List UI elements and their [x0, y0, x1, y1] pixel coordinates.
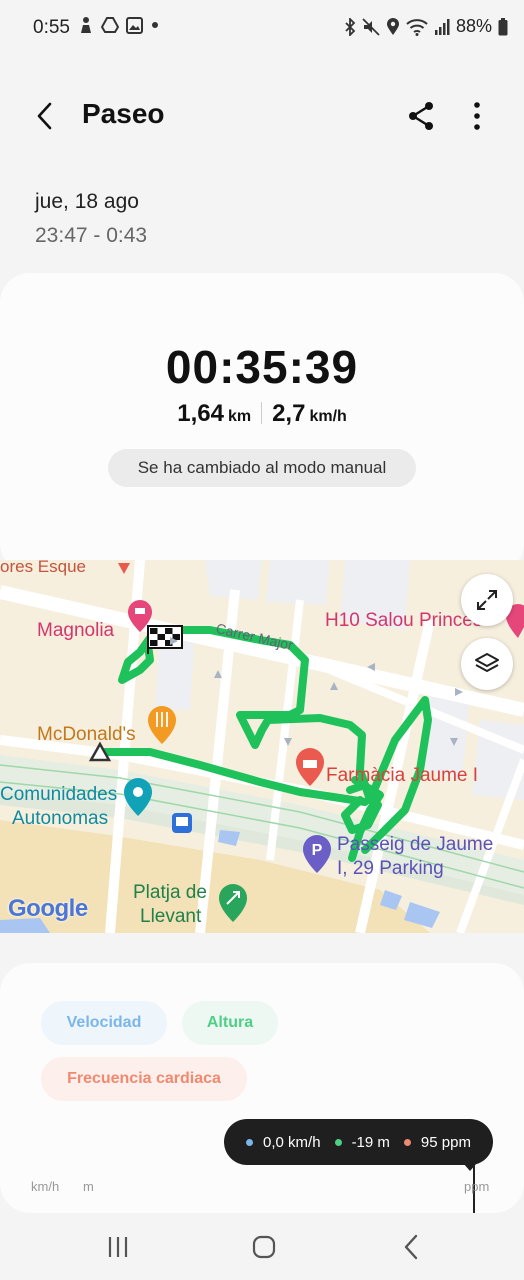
layers-icon: [475, 653, 499, 672]
speed-axis-unit: km/h: [31, 1179, 60, 1194]
stats-divider: [261, 402, 263, 424]
map-label-autonomas: Autonomas: [12, 808, 109, 829]
bus-stop-icon: [172, 813, 192, 833]
mute-icon: [362, 17, 380, 36]
gallery-icon: [126, 16, 143, 34]
home-button[interactable]: [248, 1231, 280, 1263]
altitude-dot: [334, 1138, 342, 1146]
session-time-range: 23:47 - 0:43: [35, 224, 148, 247]
map-layers-button[interactable]: [461, 638, 513, 690]
map-label-platja: Platja de: [133, 882, 207, 903]
heart-rate-dot: [403, 1138, 411, 1146]
wifi-icon: [406, 18, 428, 36]
route-map[interactable]: P ores Esque Magnolia Carrer Major H10 S…: [0, 560, 524, 933]
expand-map-button[interactable]: [461, 574, 513, 626]
chevron-left-icon: [404, 1234, 418, 1260]
navigation-bar: [0, 1213, 524, 1280]
altitude-axis-unit: m: [83, 1179, 94, 1194]
svg-text:P: P: [312, 842, 323, 859]
dot-icon: [150, 20, 160, 30]
tooltip-altitude: -19 m: [351, 1133, 390, 1151]
tooltip-speed: 0,0 km/h: [263, 1133, 321, 1151]
share-button[interactable]: [404, 98, 438, 134]
battery-icon: [498, 17, 508, 36]
map-label-flores: ores Esque: [0, 560, 86, 576]
person-icon: [78, 16, 94, 34]
map-label-mcdonalds: McDonald's: [37, 724, 136, 745]
chart-tooltip: 0,0 km/h -19 m 95 ppm: [224, 1119, 493, 1165]
speed-dot: [246, 1138, 254, 1146]
page-title: Paseo: [82, 98, 165, 129]
more-options-button[interactable]: [464, 98, 490, 134]
heart-rate-chip[interactable]: Frecuencia cardiaca: [41, 1057, 247, 1101]
drive-icon: [101, 17, 119, 33]
bluetooth-icon: [344, 17, 356, 36]
map-label-passeig: Passeig de Jaume: [337, 834, 494, 855]
altitude-chip[interactable]: Altura: [182, 1001, 278, 1045]
home-icon: [252, 1235, 276, 1259]
google-logo: Google: [8, 895, 88, 922]
back-button[interactable]: [30, 98, 62, 134]
share-icon: [409, 102, 433, 130]
duration-value: 00:35:39: [165, 341, 359, 393]
tooltip-heart-rate: 95 ppm: [420, 1133, 471, 1151]
system-back-button[interactable]: [398, 1231, 426, 1263]
status-time: 0:55: [33, 17, 70, 38]
more-vertical-icon: [474, 102, 480, 130]
recents-button[interactable]: [100, 1233, 136, 1261]
map-label-comunidades: Comunidades: [0, 784, 118, 805]
back-arrow-icon: [37, 102, 52, 130]
speed-chip[interactable]: Velocidad: [41, 1001, 167, 1045]
heart-rate-axis-unit: ppm: [464, 1179, 490, 1194]
battery-percent: 88%: [455, 16, 492, 36]
map-label-parking: I, 29 Parking: [337, 858, 444, 879]
speed-unit: km/h: [309, 408, 347, 425]
map-label-farmacia: Farmàcia Jaume I: [326, 765, 479, 786]
map-label-llevant: Llevant: [140, 906, 202, 927]
stats-row: 1,64 km 2,7 km/h: [0, 400, 524, 428]
distance-unit: km: [227, 408, 252, 425]
signal-icon: [434, 18, 450, 36]
status-bar: 0:55 88%: [0, 0, 524, 56]
map-label-magnolia: Magnolia: [37, 620, 115, 641]
speed-value: 2,7: [272, 400, 306, 427]
session-date: jue, 18 ago: [35, 190, 139, 213]
expand-icon: [477, 590, 497, 610]
distance-value: 1,64: [177, 400, 224, 427]
location-icon: [386, 17, 400, 36]
mode-notice-badge: Se ha cambiado al modo manual: [108, 449, 416, 487]
recents-icon: [108, 1237, 128, 1257]
